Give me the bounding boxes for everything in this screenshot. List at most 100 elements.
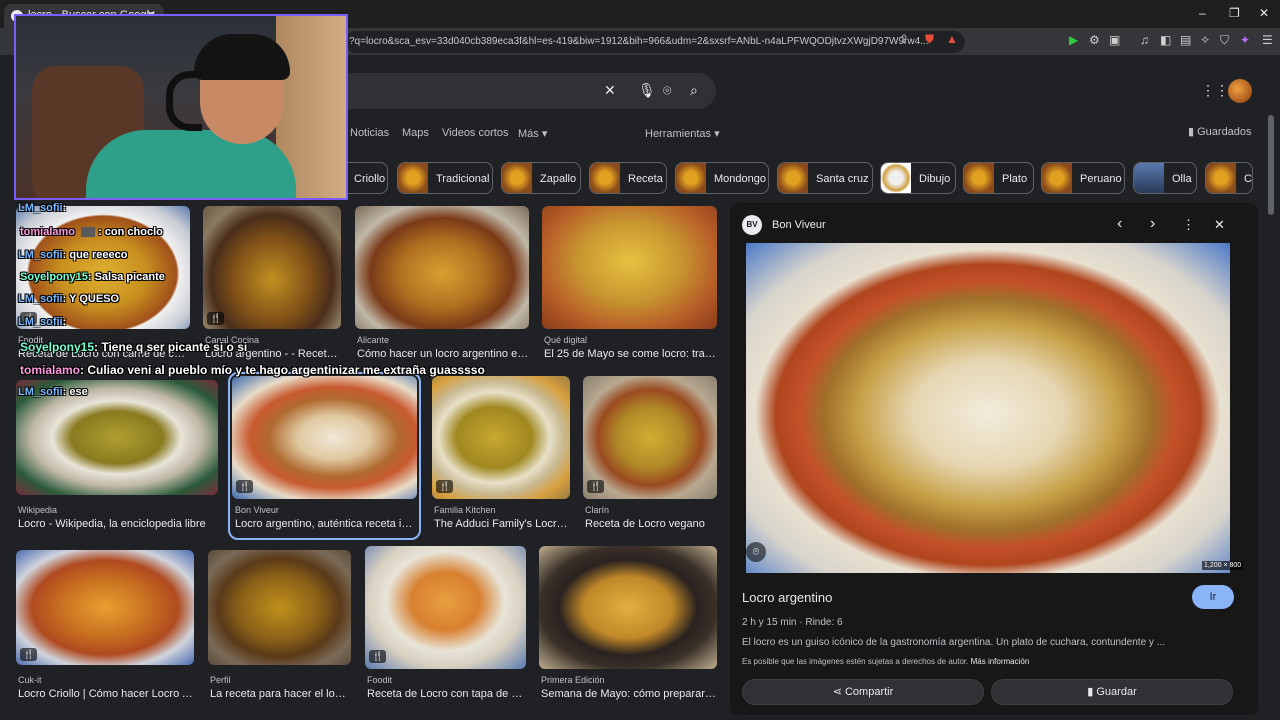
restore-window-icon[interactable]: ❐ bbox=[1229, 6, 1240, 20]
chat-message: LM_sofii: bbox=[18, 202, 66, 214]
chip-zapallo[interactable]: Zapallo bbox=[501, 162, 581, 194]
chip-thumbnail bbox=[590, 163, 620, 193]
result-title: Locro - Wikipedia, la enciclopedia libre bbox=[18, 518, 206, 530]
image-result[interactable]: Perfil La receta para hacer el locro t..… bbox=[208, 550, 351, 710]
preview-title[interactable]: Locro argentino bbox=[742, 590, 832, 605]
share-page-icon[interactable]: ⇪ bbox=[899, 32, 909, 46]
tools-button[interactable]: Herramientas ▾ bbox=[645, 127, 720, 140]
result-source: Qué digital bbox=[544, 335, 588, 345]
chip-santa-cruz[interactable]: Santa cruz bbox=[777, 162, 873, 194]
extension-icon[interactable]: ⚙ bbox=[1089, 33, 1100, 47]
chip-thumbnail bbox=[964, 163, 994, 193]
chip-plato[interactable]: Plato bbox=[963, 162, 1034, 194]
image-result[interactable]: 🍴 Familia Kitchen The Adduci Family's Lo… bbox=[432, 376, 570, 536]
account-avatar[interactable] bbox=[1228, 79, 1252, 103]
address-bar[interactable]: ?q=locro&sca_esv=33d040cb389eca3f&hl=es-… bbox=[345, 31, 965, 53]
preview-image[interactable] bbox=[746, 243, 1230, 573]
chip-olla[interactable]: Olla bbox=[1133, 162, 1197, 194]
lens-search-icon[interactable]: ⌾ bbox=[663, 82, 671, 99]
result-source: Clarín bbox=[585, 505, 610, 515]
tab-short-videos[interactable]: Videos cortos bbox=[442, 127, 508, 139]
browser-menu-icon[interactable]: ☰ bbox=[1262, 33, 1273, 47]
chip-criollo[interactable]: Criollo bbox=[346, 162, 388, 194]
product-icon: 🍴 bbox=[369, 650, 387, 663]
recipe-meta: 2 h y 15 min · Rinde: 6 bbox=[742, 617, 843, 628]
play-extension-icon[interactable]: ▶ bbox=[1069, 33, 1078, 47]
image-result[interactable]: Alicante Cómo hacer un locro argentino e… bbox=[355, 206, 529, 366]
chip-thumbnail bbox=[398, 163, 428, 193]
minimize-window-icon[interactable]: – bbox=[1199, 6, 1206, 20]
chat-user: LM_sofii bbox=[18, 386, 63, 398]
media-icon[interactable]: ♫ bbox=[1140, 33, 1149, 47]
chat-user: tomialamo bbox=[20, 226, 76, 238]
chip-peruano[interactable]: Peruano bbox=[1041, 162, 1125, 194]
brave-shield-icon[interactable]: ⛊ bbox=[925, 32, 934, 47]
close-preview-icon[interactable]: ✕ bbox=[1214, 217, 1225, 233]
clear-search-icon[interactable]: ✕ bbox=[604, 82, 616, 99]
webcam-overlay bbox=[14, 14, 348, 200]
chip-label: Criollo bbox=[354, 173, 386, 185]
image-result[interactable]: 🍴 Clarín Receta de Locro vegano bbox=[583, 376, 717, 536]
product-icon: 🍴 bbox=[20, 648, 38, 661]
chat-user: LM_sofii bbox=[18, 293, 63, 305]
image-result[interactable]: 🍴 Cuk-it Locro Criollo | Cómo hacer Locr… bbox=[16, 550, 194, 710]
preview-source[interactable]: Bon Viveur bbox=[772, 219, 826, 231]
save-label: Guardar bbox=[1096, 686, 1137, 698]
pin-icon[interactable]: ✧ bbox=[1200, 33, 1210, 47]
image-result[interactable]: Qué digital El 25 de Mayo se come locro:… bbox=[542, 206, 717, 366]
share-label: Compartir bbox=[844, 686, 894, 698]
vpn-icon[interactable]: ⛉ bbox=[1220, 33, 1229, 48]
tab-more[interactable]: Más ▾ bbox=[518, 127, 547, 140]
search-box[interactable]: ✕ 🎙 ⌾ ⌕ bbox=[330, 73, 716, 109]
chip-thumbnail bbox=[778, 163, 808, 193]
image-result-selected[interactable]: 🍴 Bon Viveur Locro argentino, auténtica … bbox=[228, 372, 421, 540]
image-result[interactable]: Primera Edición Semana de Mayo: cómo pre… bbox=[539, 546, 717, 710]
save-button[interactable]: ▮ Guardar bbox=[991, 679, 1233, 705]
headset-icon bbox=[166, 71, 202, 131]
rewards-icon[interactable]: ▲ bbox=[946, 32, 958, 46]
result-source: Familia Kitchen bbox=[434, 505, 496, 515]
chat-message: tomialamo: Culiao veni al pueblo mío y t… bbox=[20, 363, 485, 377]
image-result[interactable]: Wikipedia Locro - Wikipedia, la enciclop… bbox=[16, 380, 218, 540]
share-button[interactable]: ⋖ Compartir bbox=[742, 679, 984, 705]
chip-more[interactable]: C bbox=[1205, 162, 1253, 194]
address-url: ?q=locro&sca_esv=33d040cb389eca3f&hl=es-… bbox=[349, 36, 929, 47]
screenshot-extension-icon[interactable]: ▣ bbox=[1109, 33, 1120, 47]
saved-label: Guardados bbox=[1197, 126, 1252, 138]
webcam-person-body bbox=[86, 130, 296, 198]
close-window-icon[interactable]: ✕ bbox=[1259, 6, 1269, 20]
next-image-icon[interactable]: › bbox=[1150, 215, 1155, 233]
chip-receta[interactable]: Receta bbox=[589, 162, 667, 194]
product-icon: 🍴 bbox=[436, 480, 454, 493]
share-icon: ⋖ bbox=[832, 686, 845, 698]
leo-ai-icon[interactable]: ✦ bbox=[1240, 33, 1250, 47]
search-icon[interactable]: ⌕ bbox=[690, 82, 698, 99]
product-icon: 🍴 bbox=[236, 480, 254, 493]
chip-thumbnail bbox=[502, 163, 532, 193]
result-thumbnail: 🍴 bbox=[583, 376, 717, 499]
page-scrollbar[interactable] bbox=[1268, 115, 1274, 215]
visit-button[interactable]: Ir bbox=[1192, 585, 1234, 609]
result-thumbnail bbox=[542, 206, 717, 329]
previous-image-icon[interactable]: ‹ bbox=[1117, 215, 1122, 233]
image-result[interactable]: 🍴 Foodit Receta de Locro con tapa de asa… bbox=[365, 546, 526, 710]
wallet-icon[interactable]: ▤ bbox=[1180, 33, 1191, 47]
chat-image-icon bbox=[81, 227, 96, 238]
more-options-icon[interactable]: ⋮ bbox=[1182, 217, 1195, 233]
tab-news[interactable]: Noticias bbox=[350, 127, 389, 139]
voice-search-icon[interactable]: 🎙 bbox=[638, 82, 656, 99]
tab-maps[interactable]: Maps bbox=[402, 127, 429, 139]
chat-user: Soyelpony15 bbox=[20, 340, 95, 354]
lens-search-icon[interactable]: ⌾ bbox=[746, 542, 766, 562]
source-logo: BV bbox=[742, 215, 762, 235]
saved-button[interactable]: ▮ Guardados bbox=[1188, 125, 1252, 138]
chip-dibujo[interactable]: Dibujo bbox=[880, 162, 956, 194]
more-info-link[interactable]: Más información bbox=[971, 657, 1030, 666]
result-title: El 25 de Mayo se come locro: tradici... bbox=[544, 348, 717, 360]
result-title: Receta de Locro con tapa de asa... bbox=[367, 688, 526, 700]
chat-message: tomialamo : con choclo bbox=[20, 226, 163, 238]
result-title: Cómo hacer un locro argentino exqui... bbox=[357, 348, 529, 360]
chip-mondongo[interactable]: Mondongo bbox=[675, 162, 769, 194]
sidebar-icon[interactable]: ◧ bbox=[1160, 33, 1171, 47]
chip-tradicional[interactable]: Tradicional bbox=[397, 162, 493, 194]
